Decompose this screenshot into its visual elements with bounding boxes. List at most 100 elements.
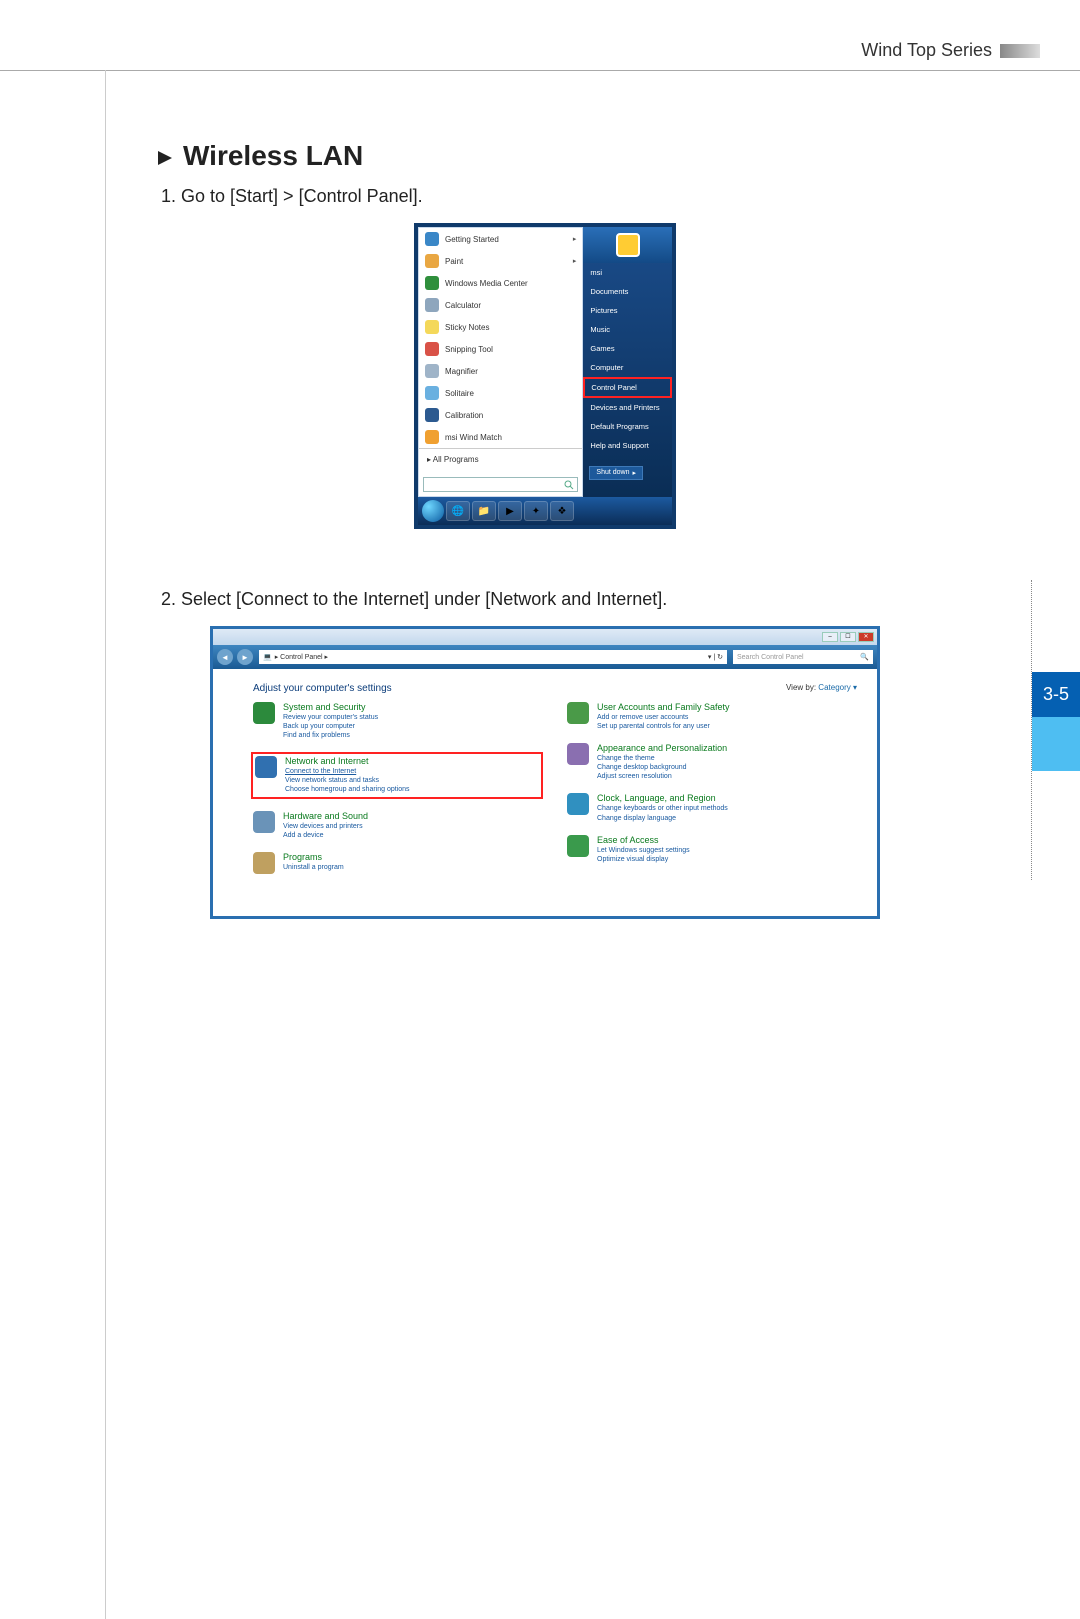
header-dash-icon xyxy=(1000,44,1040,58)
start-right-link[interactable]: Devices and Printers xyxy=(583,398,672,417)
taskbar-media-icon[interactable]: ▶ xyxy=(498,501,522,521)
start-right-link[interactable]: Games xyxy=(583,339,672,358)
start-menu-item[interactable]: msi Wind Match xyxy=(419,426,582,448)
taskbar-app2-icon[interactable]: ❖ xyxy=(550,501,574,521)
category-title[interactable]: Ease of Access xyxy=(597,835,690,845)
close-button[interactable]: ✕ xyxy=(858,632,874,642)
maximize-button[interactable]: ☐ xyxy=(840,632,856,642)
section-title-text: Wireless LAN xyxy=(183,140,363,171)
category-title[interactable]: System and Security xyxy=(283,702,378,712)
category-title[interactable]: Appearance and Personalization xyxy=(597,743,727,753)
cp-right-column: User Accounts and Family SafetyAdd or re… xyxy=(567,702,857,886)
category-link[interactable]: Uninstall a program xyxy=(283,863,344,872)
program-icon xyxy=(425,298,439,312)
category-link[interactable]: View network status and tasks xyxy=(285,776,410,785)
taskbar-app-icon[interactable]: ✦ xyxy=(524,501,548,521)
start-right-link[interactable]: Pictures xyxy=(583,301,672,320)
step1-text: 1. Go to [Start] > [Control Panel]. xyxy=(161,186,935,207)
category-item: Appearance and PersonalizationChange the… xyxy=(567,743,857,781)
category-link[interactable]: Change display language xyxy=(597,814,728,823)
category-link[interactable]: Review your computer's status xyxy=(283,713,378,722)
category-link[interactable]: Choose homegroup and sharing options xyxy=(285,785,410,794)
shutdown-area: Shut down▸ xyxy=(583,455,672,486)
start-right-link[interactable]: msi xyxy=(583,263,672,282)
category-link[interactable]: Let Windows suggest settings xyxy=(597,846,690,855)
shutdown-button[interactable]: Shut down▸ xyxy=(589,466,643,480)
start-menu-item[interactable]: Snipping Tool xyxy=(419,338,582,360)
category-icon xyxy=(567,835,589,857)
category-title[interactable]: Hardware and Sound xyxy=(283,811,368,821)
start-right-link[interactable]: Documents xyxy=(583,282,672,301)
category-title[interactable]: Clock, Language, and Region xyxy=(597,793,728,803)
start-search[interactable] xyxy=(419,470,582,496)
minimize-button[interactable]: – xyxy=(822,632,838,642)
start-right-link[interactable]: Help and Support xyxy=(583,436,672,455)
category-link[interactable]: View devices and printers xyxy=(283,822,368,831)
start-menu-item[interactable]: Calibration xyxy=(419,404,582,426)
category-item: Clock, Language, and RegionChange keyboa… xyxy=(567,793,857,822)
category-item: System and SecurityReview your computer'… xyxy=(253,702,543,740)
category-title[interactable]: Network and Internet xyxy=(285,756,410,766)
program-icon xyxy=(425,342,439,356)
start-orb-icon[interactable] xyxy=(422,500,444,522)
submenu-arrow-icon: ▸ xyxy=(573,235,577,243)
submenu-arrow-icon: ▸ xyxy=(573,257,577,265)
control-panel-link[interactable]: Control Panel xyxy=(583,377,672,398)
start-right-link[interactable]: Default Programs xyxy=(583,417,672,436)
series-label: Wind Top Series xyxy=(861,40,992,61)
start-search-input[interactable] xyxy=(423,477,578,492)
start-menu-programs-pane: Getting Started▸ Paint ▸ Windows Media Cent… xyxy=(418,227,583,497)
category-item: Ease of AccessLet Windows suggest settin… xyxy=(567,835,857,864)
taskbar-explorer-icon[interactable]: 📁 xyxy=(472,501,496,521)
step2-text: 2. Select [Connect to the Internet] unde… xyxy=(161,589,935,610)
program-label: Calculator xyxy=(445,301,576,310)
page-header: Wind Top Series xyxy=(861,40,1040,61)
category-link[interactable]: Set up parental controls for any user xyxy=(597,722,730,731)
start-menu-item[interactable]: Sticky Notes xyxy=(419,316,582,338)
category-icon xyxy=(253,702,275,724)
category-link[interactable]: Optimize visual display xyxy=(597,855,690,864)
search-input[interactable]: Search Control Panel🔍 xyxy=(733,650,873,664)
category-link[interactable]: Change desktop background xyxy=(597,763,727,772)
program-label: msi Wind Match xyxy=(445,433,576,442)
category-icon xyxy=(567,793,589,815)
program-icon xyxy=(425,408,439,422)
start-menu-item[interactable]: Paint ▸ xyxy=(419,250,582,272)
category-link[interactable]: Change the theme xyxy=(597,754,727,763)
start-menu-item[interactable]: Magnifier xyxy=(419,360,582,382)
category-link[interactable]: Find and fix problems xyxy=(283,731,378,740)
start-menu-item[interactable]: Solitaire xyxy=(419,382,582,404)
arrow-icon xyxy=(155,140,175,172)
start-menu-item[interactable]: Calculator xyxy=(419,294,582,316)
category-title[interactable]: Programs xyxy=(283,852,344,862)
category-link[interactable]: Back up your computer xyxy=(283,722,378,731)
category-item: Hardware and SoundView devices and print… xyxy=(253,811,543,840)
breadcrumb[interactable]: 💻▸ Control Panel ▸▾ | ↻ xyxy=(259,650,727,664)
start-right-link[interactable]: Music xyxy=(583,320,672,339)
top-border xyxy=(0,70,1080,71)
category-link[interactable]: Change keyboards or other input methods xyxy=(597,804,728,813)
start-menu-item[interactable]: Windows Media Center xyxy=(419,272,582,294)
program-label: Paint xyxy=(445,257,567,266)
user-avatar[interactable] xyxy=(583,227,672,263)
program-icon xyxy=(425,254,439,268)
all-programs-button[interactable]: ▸ All Programs xyxy=(419,448,582,470)
start-right-link[interactable]: Computer xyxy=(583,358,672,377)
nav-toolbar: ◄ ► 💻▸ Control Panel ▸▾ | ↻ Search Contr… xyxy=(213,645,877,669)
category-icon xyxy=(253,852,275,874)
view-by[interactable]: View by: Category ▾ xyxy=(786,683,857,694)
category-link[interactable]: Add or remove user accounts xyxy=(597,713,730,722)
page-number-tab: 3-5 xyxy=(1032,672,1080,771)
taskbar: 🌐 📁 ▶ ✦ ❖ xyxy=(418,497,672,525)
category-item: User Accounts and Family SafetyAdd or re… xyxy=(567,702,857,731)
forward-button[interactable]: ► xyxy=(237,649,253,665)
category-link[interactable]: Connect to the Internet xyxy=(285,767,410,776)
category-item: Network and InternetConnect to the Inter… xyxy=(251,752,543,798)
category-link[interactable]: Adjust screen resolution xyxy=(597,772,727,781)
category-title[interactable]: User Accounts and Family Safety xyxy=(597,702,730,712)
back-button[interactable]: ◄ xyxy=(217,649,233,665)
adjust-heading: Adjust your computer's settings xyxy=(253,683,392,694)
category-link[interactable]: Add a device xyxy=(283,831,368,840)
taskbar-ie-icon[interactable]: 🌐 xyxy=(446,501,470,521)
start-menu-item[interactable]: Getting Started▸ xyxy=(419,228,582,250)
